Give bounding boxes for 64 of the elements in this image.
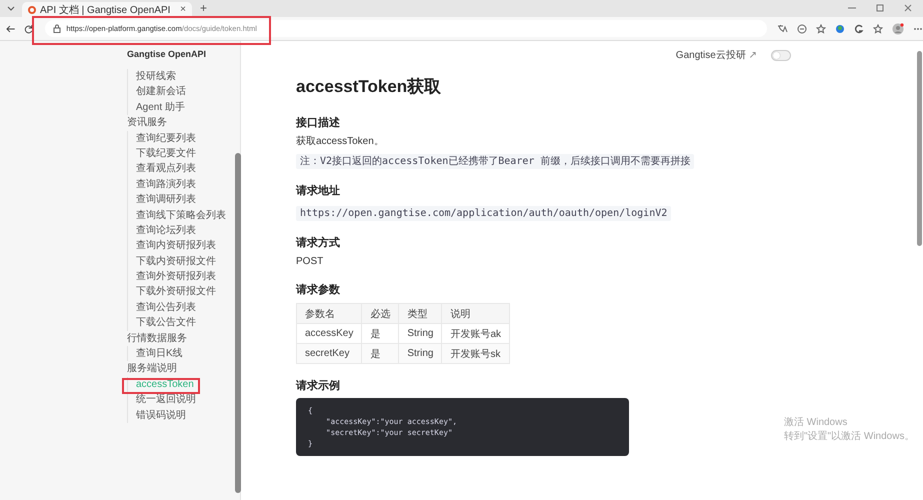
sidebar-item[interactable]: 查询纪要列表: [128, 130, 196, 146]
scrollbar[interactable]: [235, 153, 241, 493]
body-text: 获取accessToken。: [296, 135, 384, 148]
section-heading: 请求方式: [296, 236, 340, 250]
note-code: 注：V2接口返回的accessToken已经携带了Bearer 前缀，后续接口调用不需要再拼接: [296, 154, 694, 169]
sidebar-item[interactable]: 查询日K线: [128, 346, 183, 362]
blocked-icon[interactable]: [797, 24, 808, 34]
scrollbar[interactable]: [917, 51, 922, 246]
sidebar-section[interactable]: 服务端说明: [127, 361, 177, 377]
sidebar-item[interactable]: 下载纪要文件: [128, 146, 196, 162]
sidebar-item[interactable]: 下载公告文件: [128, 315, 196, 331]
sidebar-item[interactable]: 统一返回说明: [128, 392, 196, 408]
sidebar-item[interactable]: 下载外资研报文件: [128, 284, 216, 300]
new-tab-button[interactable]: +: [200, 1, 208, 15]
section-heading: 请求示例: [296, 379, 340, 393]
external-link[interactable]: Gangtise云投研 ↗: [676, 48, 757, 62]
sidebar-item[interactable]: 查询调研列表: [128, 192, 196, 208]
column-header: 必选: [362, 304, 399, 324]
tab-list-icon[interactable]: [6, 5, 16, 13]
restore-icon[interactable]: [875, 3, 885, 13]
sidebar-item[interactable]: 创建新会话: [128, 84, 186, 100]
sidebar-item[interactable]: 投研线索: [128, 69, 176, 84]
site-icon: [28, 6, 36, 14]
sidebar-section[interactable]: 资讯服务: [127, 115, 167, 131]
column-header: 类型: [398, 304, 442, 324]
sidebar-item[interactable]: 错误码说明: [128, 408, 186, 423]
theme-toggle[interactable]: [771, 50, 791, 60]
sidebar-section[interactable]: 行情数据服务: [127, 330, 187, 346]
section-heading: 接口描述: [296, 116, 340, 130]
body-text: POST: [296, 255, 324, 268]
back-icon[interactable]: [6, 24, 16, 34]
sidebar-item[interactable]: 下载内资研报文件: [128, 254, 216, 270]
star-icon[interactable]: [816, 24, 826, 34]
sidebar-item[interactable]: 查询论坛列表: [128, 222, 196, 238]
favorites-icon[interactable]: [873, 24, 884, 34]
profile-icon[interactable]: [892, 22, 904, 34]
lock-icon: [53, 24, 62, 33]
section-heading: 请求参数: [296, 283, 340, 297]
table-cell: 是: [362, 344, 399, 364]
sidebar-title: Gangtise OpenAPI: [127, 48, 206, 61]
sidebar-item[interactable]: 查询线下策略会列表: [128, 208, 226, 223]
reload-icon[interactable]: [24, 24, 34, 34]
url-code: https://open.gangtise.com/application/auth/oauth/open/loginV2: [296, 206, 672, 221]
browser-tab[interactable]: API 文档 | Gangtise OpenAPI ×: [22, 2, 192, 17]
close-tab-button[interactable]: ×: [180, 4, 186, 15]
extension-icon[interactable]: [835, 24, 846, 34]
translate-icon[interactable]: [777, 24, 788, 34]
sidebar-item[interactable]: 查询内资研报列表: [128, 238, 216, 254]
activation-title: 激活 Windows: [784, 416, 848, 429]
column-header: 参数名: [296, 304, 362, 324]
column-header: 说明: [442, 304, 510, 324]
sidebar-item[interactable]: Agent 助手: [128, 100, 185, 116]
sidebar-item[interactable]: 查询外资研报列表: [128, 269, 216, 284]
table-cell: 开发账号sk: [442, 344, 510, 364]
sidebar-item[interactable]: 查看观点列表: [128, 161, 196, 177]
close-icon[interactable]: [903, 3, 913, 13]
more-icon[interactable]: [913, 26, 923, 30]
table-cell: String: [398, 344, 442, 364]
sidebar-item[interactable]: 查询路演列表: [128, 176, 196, 192]
activation-text: 转到"设置"以激活 Windows。: [784, 430, 914, 443]
table-cell: secretKey: [296, 344, 362, 364]
section-heading: 请求地址: [296, 184, 340, 198]
sidebar-item[interactable]: 查询公告列表: [128, 300, 196, 316]
page-title: accesstToken获取: [296, 76, 442, 98]
